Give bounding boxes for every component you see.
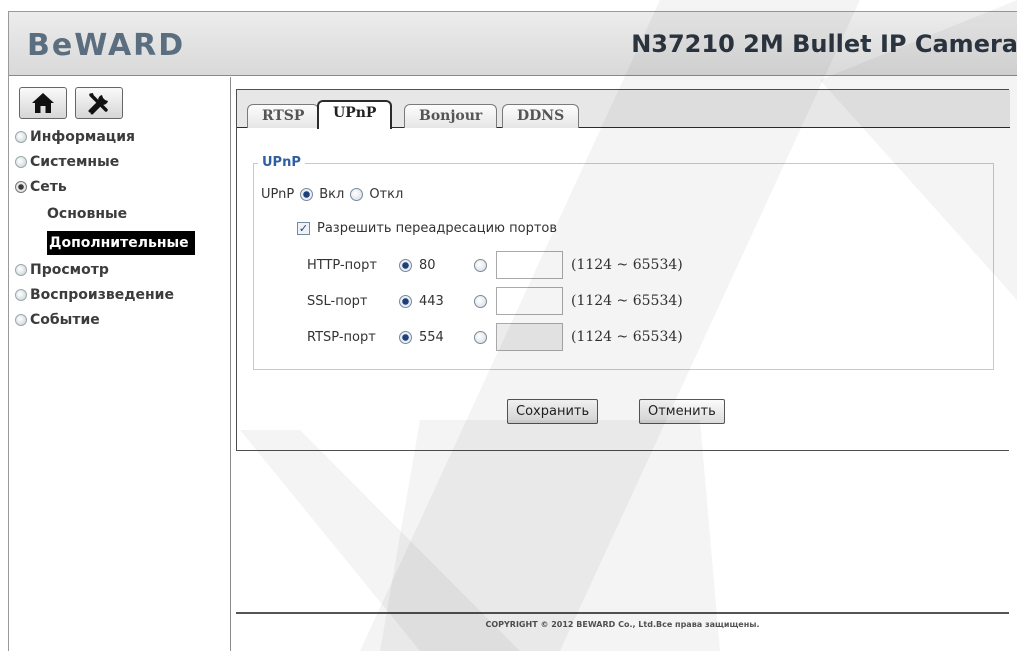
sidebar-subitem-label: Дополнительные	[47, 230, 195, 255]
ssl-port-default-value: 443	[419, 293, 444, 309]
sidebar-item-label: Событие	[30, 311, 100, 328]
http-port-range: (1124 ~ 65534)	[571, 257, 683, 273]
sidebar-item-label: Системные	[30, 153, 120, 170]
bullet-icon	[15, 263, 27, 276]
sidebar-subitem-advanced[interactable]: Дополнительные	[9, 228, 231, 257]
brand-logo: BeWARD	[27, 28, 186, 63]
home-button[interactable]	[19, 87, 67, 119]
rtsp-port-input[interactable]	[496, 323, 563, 351]
sidebar-item-label: Воспроизведение	[30, 286, 174, 303]
ssl-port-row: SSL-порт 443 (1124 ~ 65534)	[307, 287, 683, 315]
save-button[interactable]: Сохранить	[507, 399, 599, 424]
rtsp-port-custom-radio[interactable]	[474, 330, 487, 344]
upnp-off-label: Откл	[369, 187, 404, 202]
rtsp-port-label: RTSP-порт	[307, 329, 376, 345]
sidebar-item-system[interactable]: Системные	[9, 149, 231, 174]
settings-panel: RTSP UPnP Bonjour DDNS UPnP UPnP Вкл Отк…	[236, 89, 1010, 451]
sidebar-item-label: Просмотр	[30, 261, 109, 278]
home-icon	[32, 93, 54, 113]
upnp-enable-label: UPnP	[261, 187, 295, 202]
http-port-label: HTTP-порт	[307, 257, 377, 273]
tab-upnp[interactable]: UPnP	[317, 100, 393, 129]
port-forward-label: Разрешить переадресацию портов	[317, 221, 558, 236]
bullet-icon	[15, 313, 27, 326]
camera-model-title: N37210 2M Bullet IP Camera	[631, 30, 1017, 58]
sidebar-item-view[interactable]: Просмотр	[9, 257, 231, 282]
tab-bonjour[interactable]: Bonjour	[404, 104, 498, 128]
tab-rtsp[interactable]: RTSP	[247, 104, 320, 128]
rtsp-port-default-value: 554	[419, 329, 444, 345]
bullet-active-icon	[15, 180, 27, 193]
http-port-default-value: 80	[419, 257, 436, 273]
http-port-default-radio[interactable]	[399, 258, 412, 272]
http-port-custom-radio[interactable]	[474, 258, 487, 272]
tab-bar: RTSP UPnP Bonjour DDNS	[237, 90, 1010, 129]
tab-ddns[interactable]: DDNS	[502, 104, 580, 128]
rtsp-port-row: RTSP-порт 554 (1124 ~ 65534)	[307, 323, 683, 351]
sidebar-item-label: Сеть	[30, 178, 67, 195]
ssl-port-default-radio[interactable]	[399, 294, 412, 308]
upnp-on-label: Вкл	[319, 187, 345, 202]
upnp-off-radio[interactable]	[350, 188, 364, 201]
cancel-button[interactable]: Отменить	[639, 399, 725, 424]
bullet-icon	[15, 130, 27, 143]
copyright-text: COPYRIGHT © 2012 BEWARD Co., Ltd.Все пра…	[485, 620, 760, 629]
settings-button[interactable]	[75, 87, 123, 119]
rtsp-port-default-radio[interactable]	[399, 330, 412, 344]
sidebar-item-network[interactable]: Сеть	[9, 174, 231, 199]
sidebar-item-label: Информация	[30, 128, 135, 145]
http-port-row: HTTP-порт 80 (1124 ~ 65534)	[307, 251, 683, 279]
sidebar-menu: Информация Системные Сеть Основные Допол…	[9, 124, 231, 332]
ssl-port-range: (1124 ~ 65534)	[571, 293, 683, 309]
footer-divider	[236, 612, 1009, 614]
port-forward-checkbox[interactable]: ✓	[297, 222, 310, 235]
sidebar-item-event[interactable]: Событие	[9, 307, 231, 332]
tools-icon	[88, 93, 108, 115]
http-port-input[interactable]	[496, 251, 563, 279]
ssl-port-input[interactable]	[496, 287, 563, 315]
upnp-enable-row: UPnP Вкл Откл	[261, 187, 403, 202]
sidebar-item-info[interactable]: Информация	[9, 124, 231, 149]
header: BeWARD N37210 2M Bullet IP Camera	[9, 12, 1017, 76]
ssl-port-label: SSL-порт	[307, 293, 368, 309]
sidebar-item-playback[interactable]: Воспроизведение	[9, 282, 231, 307]
sidebar-subitem-label: Основные	[47, 205, 128, 222]
upnp-on-radio[interactable]	[300, 188, 314, 201]
ssl-port-custom-radio[interactable]	[474, 294, 487, 308]
sidebar-subitem-basic[interactable]: Основные	[9, 199, 231, 228]
bullet-icon	[15, 288, 27, 301]
bullet-icon	[15, 155, 27, 168]
port-forward-row: ✓ Разрешить переадресацию портов	[297, 221, 557, 236]
rtsp-port-range: (1124 ~ 65534)	[571, 329, 683, 345]
sidebar: Информация Системные Сеть Основные Допол…	[9, 77, 231, 651]
upnp-legend: UPnP	[258, 155, 305, 170]
